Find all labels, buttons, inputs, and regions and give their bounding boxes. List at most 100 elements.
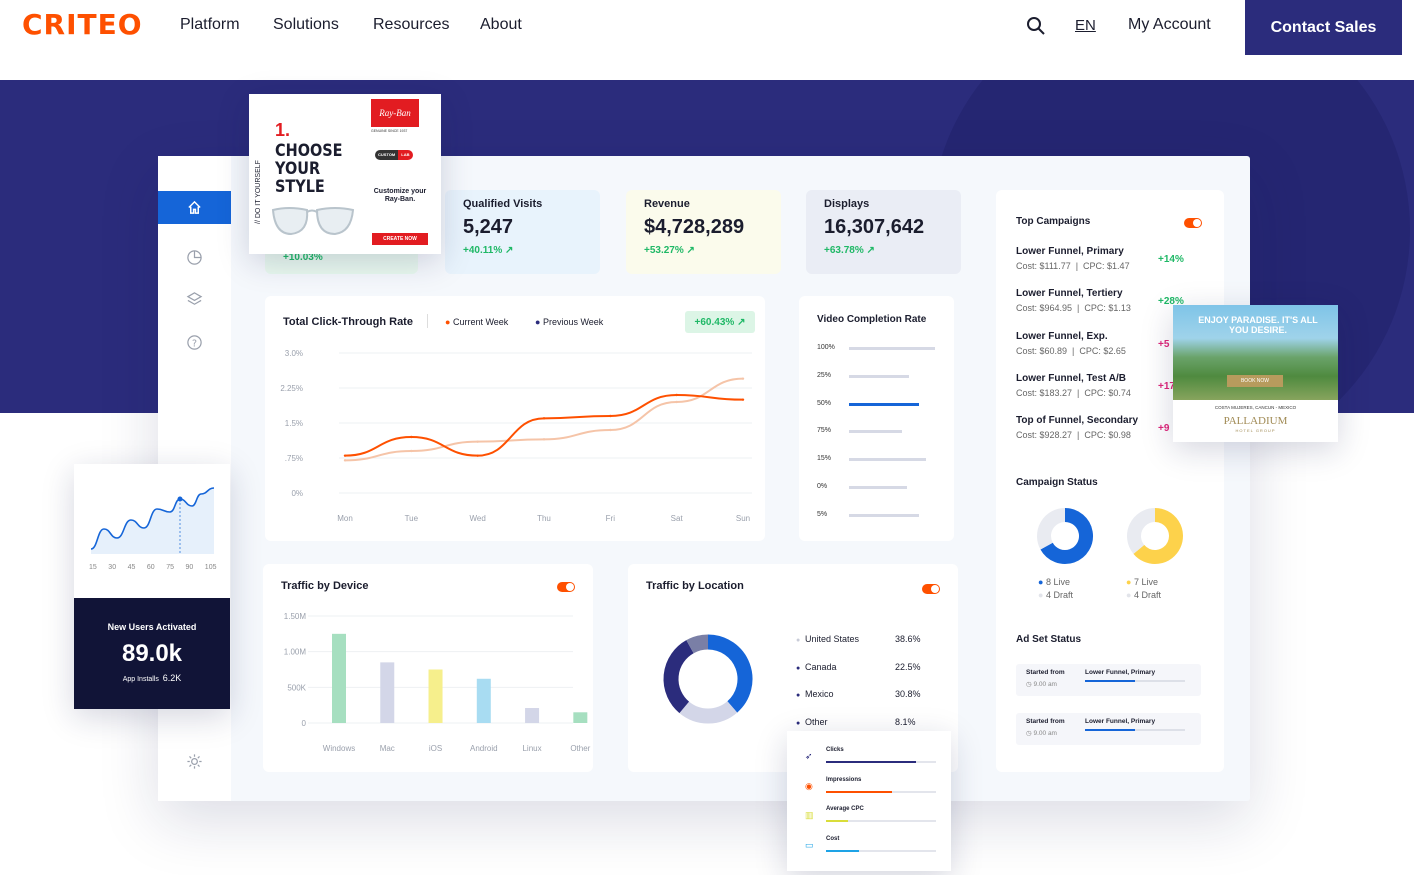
chart-icon: ▥ — [805, 810, 814, 820]
rayban-cta-button[interactable]: CREATE NOW — [372, 233, 428, 245]
vcr-bar — [849, 374, 909, 378]
palladium-logo: PALLADIUM — [1223, 415, 1288, 427]
language-selector[interactable]: EN — [1075, 17, 1096, 34]
campaign-name: Top of Funnel, Secondary — [1016, 415, 1139, 427]
campaign-detail: Cost: $111.77 | CPC: $1.47 — [1016, 261, 1130, 271]
ad-set-progress — [1085, 729, 1135, 731]
slice-mexico — [663, 640, 694, 714]
ad-set-status-title: Ad Set Status — [1016, 634, 1082, 645]
nav-resources[interactable]: Resources — [373, 16, 449, 34]
x-tick-label: Linux — [522, 744, 541, 753]
nav-about[interactable]: About — [480, 16, 522, 34]
data-point — [609, 428, 612, 432]
traffic-device-card: Traffic by Device 1.50M 1.00M 500K 0 Windows… — [263, 564, 593, 772]
ctr-chart-card: Total Click-Through Rate ● Current Week … — [265, 296, 765, 541]
resort-ad[interactable]: ENJOY PARADISE. IT'S ALL YOU DESIRE. BOO… — [1173, 305, 1338, 442]
metric-label: Average CPC — [826, 806, 864, 812]
campaign-name: Lower Funnel, Primary — [1016, 246, 1124, 257]
vcr-label: 15% — [817, 455, 832, 463]
palladium-sub: HOTEL GROUP — [1235, 428, 1276, 433]
draft-arc — [1037, 508, 1066, 550]
location-name: Mexico — [805, 689, 834, 699]
rayban-custom-lab: CUSTOM LAB — [375, 150, 413, 160]
metric-progress — [826, 761, 917, 763]
top-campaigns-title: Top Campaigns — [1016, 216, 1091, 227]
pie-chart-icon[interactable] — [186, 249, 203, 266]
ad-set-row: Started from ◷ 9.00 am Lower Funnel, Prima… — [1016, 664, 1201, 696]
y-tick-label: 3.0% — [285, 349, 303, 358]
rayban-ad[interactable]: // DO IT YOURSELF 1. CHOOSE YOUR STYLE Ray… — [249, 94, 441, 254]
metric-progress — [826, 790, 892, 793]
resort-headline: ENJOY PARADISE. IT'S ALL YOU DESIRE. — [1198, 315, 1318, 335]
x-tick-label: Other — [570, 744, 590, 753]
vcr-label: 5% — [817, 510, 828, 518]
vcr-bar — [849, 458, 927, 462]
sidebar-item-home[interactable] — [158, 191, 231, 224]
rayban-customize: Customize your Ray-Ban. — [373, 188, 427, 203]
rayban-number: 1. — [275, 120, 291, 140]
bar-android — [476, 678, 491, 723]
search-icon[interactable] — [1026, 16, 1046, 36]
x-tick-label: Fri — [606, 514, 616, 523]
data-point — [410, 449, 413, 453]
data-point — [476, 440, 479, 443]
campaign-change: +14% — [1158, 254, 1184, 265]
campaign-change: +5 — [1158, 338, 1170, 350]
location-toggle[interactable] — [922, 584, 940, 594]
bar-ios — [428, 669, 443, 723]
slice-other — [686, 634, 709, 654]
x-tick-label: 90 — [185, 564, 194, 571]
rayban-tagline: GENUINE SINCE 1937 — [371, 129, 408, 133]
campaign-detail: Cost: $60.89 | CPC: $2.65 — [1016, 345, 1126, 356]
series-line-current — [344, 393, 744, 457]
top-campaigns-toggle[interactable] — [1184, 218, 1202, 228]
x-tick-label: iOS — [429, 744, 442, 753]
nav-solutions[interactable]: Solutions — [273, 16, 339, 34]
settings-gear-icon[interactable] — [186, 753, 203, 770]
metric-progress — [826, 820, 848, 822]
x-tick-label: 60 — [146, 564, 155, 571]
kpi-value: $4,728,289 — [644, 216, 745, 238]
criteo-logo[interactable]: CRITEO — [22, 8, 143, 41]
video-completion-card: Video Completion Rate 100% 25% 50% 75% 15% 0%… — [799, 296, 954, 541]
rayban-side-text: // DO IT YOURSELF — [255, 160, 262, 224]
x-tick-label: Wed — [470, 514, 486, 523]
campaign-detail: Cost: $183.27 | CPC: $0.74 — [1016, 387, 1131, 398]
location-dot-2: ● — [796, 692, 801, 699]
y-tick-label: 500K — [287, 683, 306, 692]
data-point — [542, 438, 546, 441]
metric-label: Cost — [826, 835, 840, 842]
vcr-bar — [849, 430, 902, 434]
trend-up-icon: ↗ — [686, 245, 695, 256]
app-installs: App Installs 6.2K — [122, 673, 182, 683]
bar-linux — [525, 708, 540, 723]
status-live-1: ● 8 Live — [1038, 577, 1070, 587]
kpi-change: +63.78% ↗ — [824, 245, 875, 256]
data-point — [741, 398, 745, 401]
nav-platform[interactable]: Platform — [180, 16, 240, 34]
vcr-label: 0% — [817, 483, 828, 490]
rayban-logo: Ray-Ban — [371, 99, 419, 127]
y-tick-label: 2.25% — [280, 384, 303, 393]
y-tick-label: 0% — [291, 489, 303, 498]
users-sparkline — [90, 487, 215, 554]
status-draft-2: ● 4 Draft — [1126, 590, 1161, 600]
location-name: Other — [805, 716, 828, 727]
layers-icon[interactable] — [186, 291, 203, 308]
my-account-link[interactable]: My Account — [1128, 16, 1211, 34]
x-tick-label: Tue — [405, 514, 419, 523]
slice-united-states — [707, 634, 753, 713]
vcr-label: 50% — [817, 399, 832, 407]
x-tick-label: Windows — [323, 744, 355, 753]
right-panel: Top Campaigns Lower Funnel, Primary Cost:… — [996, 190, 1224, 772]
ctr-line-chart: 3.0% 2.25% 1.5% .75% 0% Mon Tue Wed Thu Fri Sat Sun — [280, 349, 752, 523]
campaign-status-donut-2 — [1127, 508, 1183, 564]
contact-sales-button[interactable]: Contact Sales — [1245, 0, 1402, 55]
vcr-title: Video Completion Rate — [817, 314, 927, 325]
vcr-bar — [849, 402, 920, 406]
metrics-card: ➶ Clicks ◉ Impressions ▥ Average CPC ▭ Cost — [787, 731, 951, 871]
campaign-change: +9 — [1158, 423, 1170, 435]
metric-label: Impressions — [826, 776, 862, 783]
resort-book-button[interactable]: BOOK NOW — [1227, 375, 1283, 387]
help-icon[interactable]: ? — [186, 334, 203, 351]
